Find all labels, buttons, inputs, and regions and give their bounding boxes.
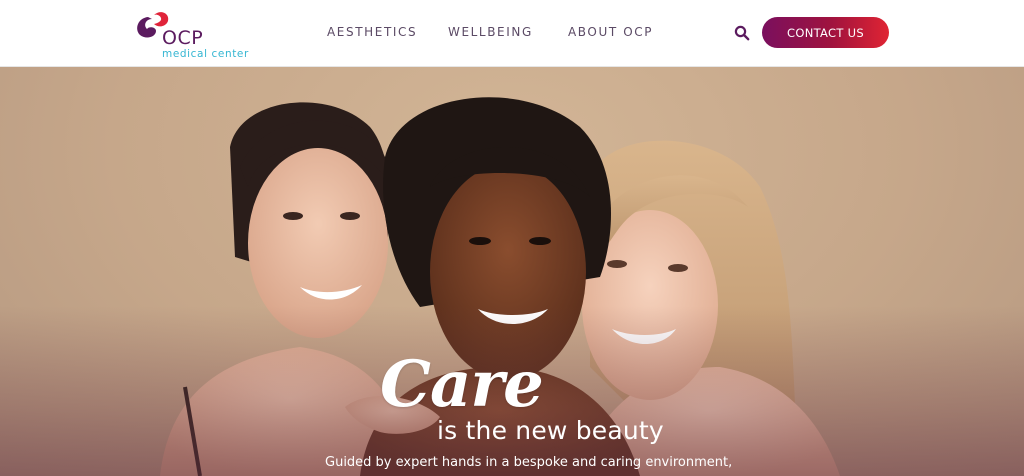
- nav-item-about-ocp[interactable]: ABOUT OCP: [568, 25, 653, 39]
- site-header: OCP medical center AESTHETICS WELLBEING …: [0, 0, 1024, 67]
- hero-title: is the new beauty: [437, 416, 664, 445]
- logo-wordmark: OCP: [162, 27, 204, 49]
- hero-subtitle: Guided by expert hands in a bespoke and …: [325, 455, 733, 470]
- nav-item-wellbeing[interactable]: WELLBEING: [448, 25, 533, 39]
- search-button[interactable]: [734, 25, 750, 41]
- search-icon: [734, 25, 750, 41]
- nav-item-aesthetics[interactable]: AESTHETICS: [327, 25, 417, 39]
- contact-us-button[interactable]: CONTACT US: [762, 17, 889, 48]
- hero-banner: Care is the new beauty Guided by expert …: [0, 67, 1024, 476]
- hero-script-word: Care: [380, 347, 544, 422]
- ocp-logo[interactable]: OCP medical center: [134, 9, 254, 61]
- logo-tagline: medical center: [162, 48, 249, 60]
